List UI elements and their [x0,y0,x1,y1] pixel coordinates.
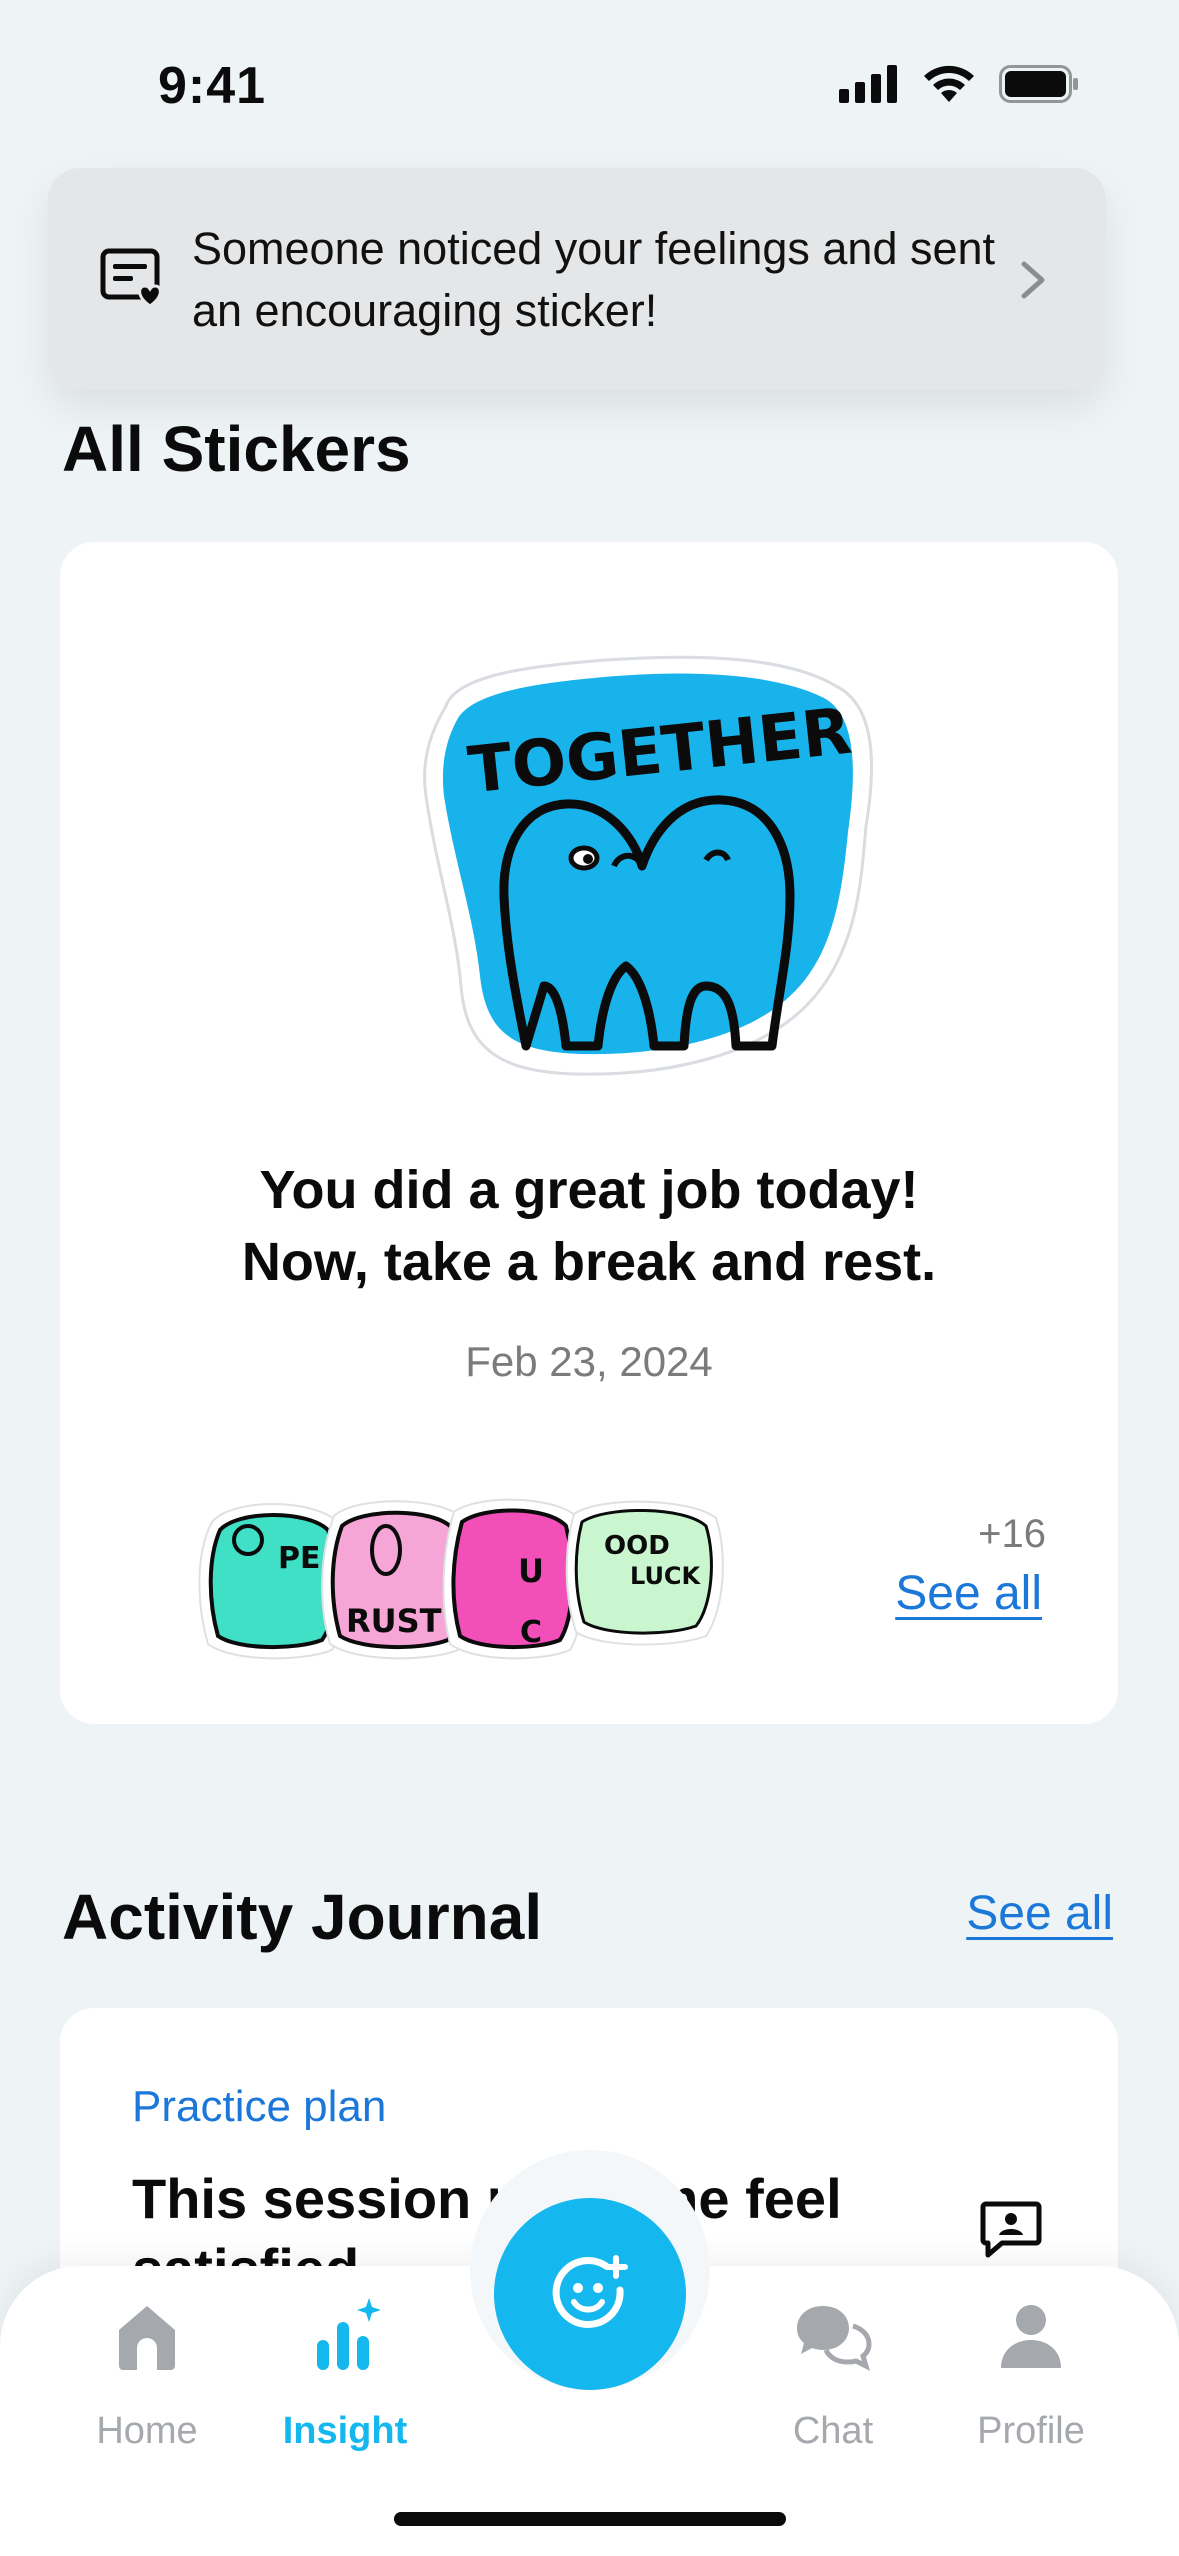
status-bar: 9:41 [0,0,1179,170]
sticker-card: TOGETHER You did a great job today! Now,… [60,542,1118,1724]
good-luck-sticker-thumb: OOD LUCK [565,1500,724,1646]
mini-stickers-row[interactable]: PE RUST U C OOD LUCK [132,1492,732,1662]
insight-chart-icon [317,2298,381,2370]
chevron-right-icon [1021,261,1045,299]
tab-home-label: Home [96,2410,198,2452]
sticker-message-icon [100,248,162,308]
tab-profile-label: Profile [977,2410,1085,2452]
good-luck-sticker-label: OOD [604,1531,670,1561]
sticker-date: Feb 23, 2024 [465,1338,713,1385]
sticker-message-line2: Now, take a break and rest. [241,1232,937,1292]
notification-text: Someone noticed your feelings and sent a… [192,223,996,336]
battery-icon [999,65,1078,103]
all-stickers-title: All Stickers [62,413,411,485]
status-icons [839,64,1079,104]
status-time: 9:41 [158,57,267,115]
sticker-notification-banner[interactable]: Someone noticed your feelings and sent a… [48,168,1106,390]
tab-profile[interactable]: Profile [946,2296,1116,2453]
music-sticker-label-2: C [520,1615,542,1650]
peace-sticker-label: PE [278,1541,320,1576]
practice-plan-tag: Practice plan [132,2082,387,2131]
add-mood-icon [552,2255,628,2328]
comment-icon[interactable] [980,2200,1042,2258]
journal-see-all-link[interactable]: See all [966,1886,1113,1941]
tab-home[interactable]: Home [62,2296,232,2453]
trust-sticker-label: RUST [346,1602,442,1640]
profile-icon [1001,2305,1061,2368]
home-icon [119,2306,175,2370]
sticker-message-line1: You did a great job today! [259,1160,919,1220]
chat-icon [797,2306,872,2371]
home-indicator [394,2512,786,2526]
add-mood-button[interactable] [494,2198,686,2390]
good-luck-sticker-label-2: LUCK [630,1562,702,1590]
signal-icon [839,65,897,103]
tab-chat[interactable]: Chat [748,2296,918,2453]
wifi-icon [924,65,974,102]
more-stickers-count: +16 [978,1512,1046,1556]
stickers-see-all-link[interactable]: See all [895,1566,1042,1621]
tab-insight-label: Insight [282,2410,408,2452]
together-sticker-image[interactable]: TOGETHER [406,646,886,1086]
tab-chat-label: Chat [792,2410,874,2452]
tab-insight[interactable]: Insight [260,2296,430,2453]
activity-journal-title: Activity Journal [62,1881,543,1953]
music-sticker-label: U [518,1552,544,1590]
